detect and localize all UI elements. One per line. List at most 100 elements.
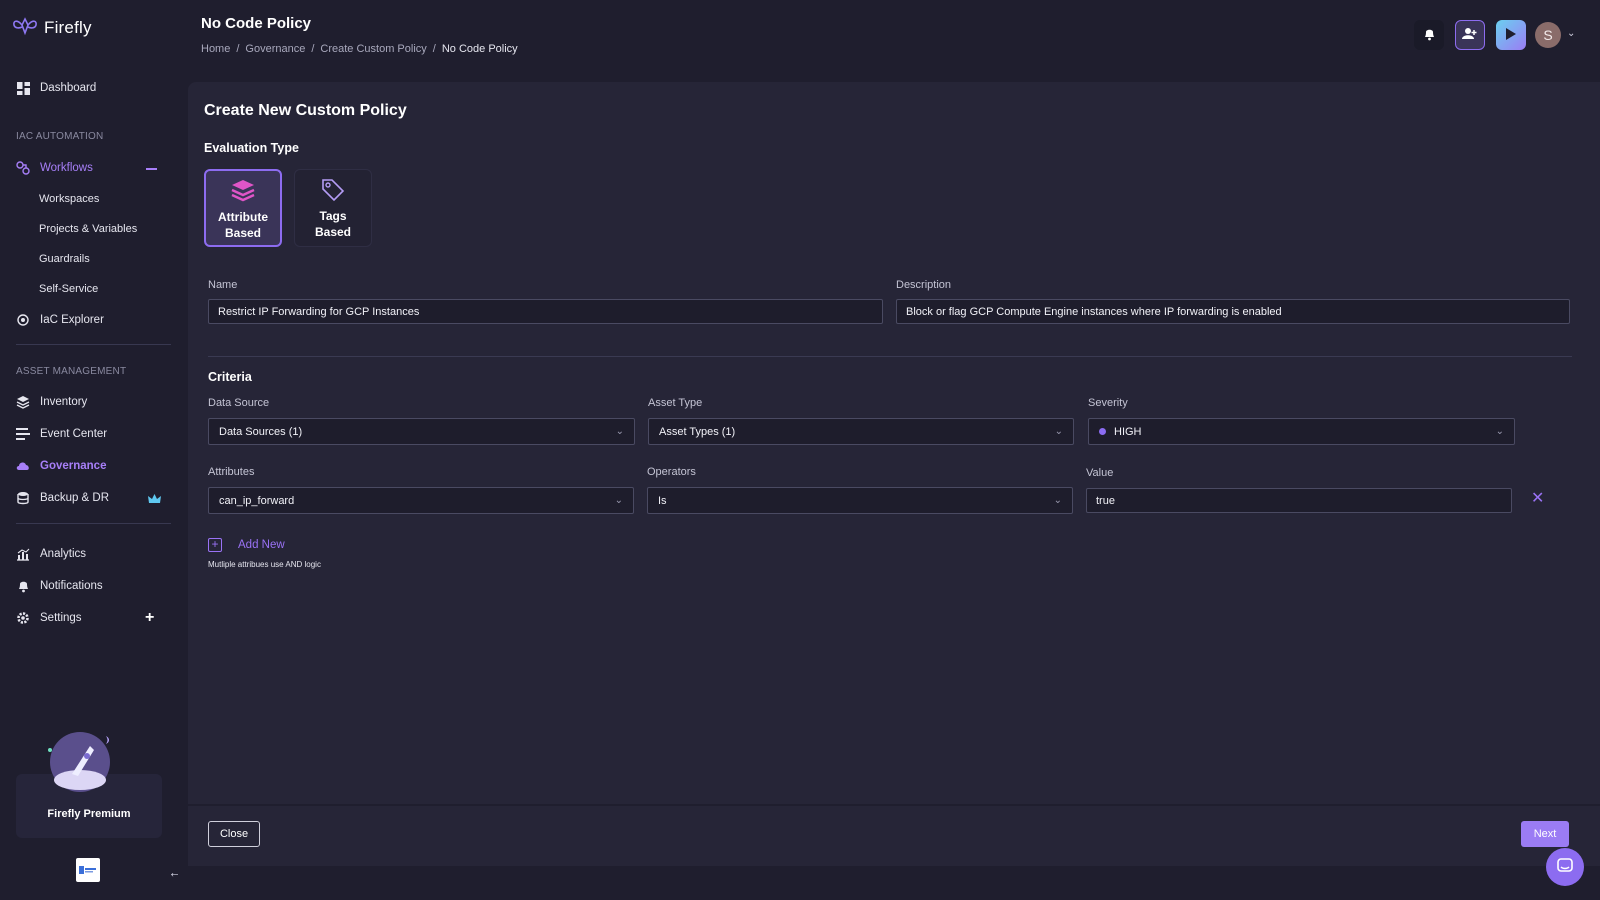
invite-user-button[interactable] <box>1455 20 1485 50</box>
sidebar: Firefly Dashboard IAC AUTOMATION Workflo… <box>0 0 182 900</box>
severity-label: Severity <box>1088 397 1128 409</box>
data-source-label: Data Source <box>208 397 270 409</box>
iac-explorer-icon <box>16 313 30 327</box>
severity-value-wrap: HIGH <box>1099 426 1142 438</box>
value-label: Value <box>1086 467 1114 479</box>
bell-icon <box>16 579 30 593</box>
nav-event-center-label: Event Center <box>40 428 108 440</box>
nav-settings-label: Settings <box>40 612 82 624</box>
layers-icon <box>230 177 256 205</box>
operators-value: Is <box>658 494 667 507</box>
nav-workspaces[interactable]: Workspaces <box>39 193 99 205</box>
breadcrumb-separator: / <box>236 43 240 55</box>
nav-iac-explorer[interactable]: IaC Explorer <box>16 310 166 330</box>
name-label: Name <box>208 279 238 291</box>
attributes-label: Attributes <box>208 466 255 478</box>
backup-database-icon <box>16 491 30 505</box>
nav-analytics[interactable]: Analytics <box>16 544 166 564</box>
asset-type-select[interactable]: Asset Types (1) ⌄ <box>648 418 1074 445</box>
nav-notifications[interactable]: Notifications <box>16 576 166 596</box>
gear-icon <box>16 611 30 625</box>
remove-criteria-icon[interactable]: ✕ <box>1531 488 1544 508</box>
description-label: Description <box>896 279 952 291</box>
chat-support-button[interactable] <box>1546 848 1584 886</box>
description-field[interactable]: Block or flag GCP Compute Engine instanc… <box>896 299 1570 324</box>
attributes-select[interactable]: can_ip_forward ⌄ <box>208 487 634 514</box>
evaluation-type-label: Evaluation Type <box>204 141 299 155</box>
nav-backup-dr-label: Backup & DR <box>40 492 110 504</box>
section-divider <box>208 356 1572 357</box>
asset-type-label: Asset Type <box>648 397 703 409</box>
expand-settings-icon[interactable]: + <box>145 610 154 626</box>
org-logo[interactable] <box>76 858 100 882</box>
bell-icon <box>1423 27 1436 44</box>
eval-type-attribute-based[interactable]: Attribute Based <box>204 169 282 247</box>
chat-icon <box>1557 857 1573 877</box>
eval-type-attribute-label-2: Based <box>224 226 262 240</box>
chevron-down-icon: ⌄ <box>1495 426 1504 437</box>
nav-workflows[interactable]: Workflows <box>16 158 166 178</box>
severity-dot-icon <box>1099 427 1106 435</box>
chevron-down-icon[interactable]: ⌄ <box>1567 28 1575 39</box>
chevron-down-icon: ⌄ <box>615 426 624 437</box>
eval-type-tags-label-1: Tags <box>319 209 347 223</box>
data-source-select[interactable]: Data Sources (1) ⌄ <box>208 418 635 445</box>
nav-self-service[interactable]: Self-Service <box>39 283 98 295</box>
data-source-value: Data Sources (1) <box>219 425 303 438</box>
breadcrumb-separator: / <box>432 43 436 55</box>
nav-inventory[interactable]: Inventory <box>16 392 166 412</box>
value-field[interactable]: true <box>1086 488 1512 513</box>
section-asset-management: ASSET MANAGEMENT <box>16 366 127 377</box>
app-name: Firefly <box>44 17 92 37</box>
nav-settings[interactable]: Settings <box>16 608 166 628</box>
breadcrumb-current: No Code Policy <box>441 43 518 55</box>
event-list-icon <box>16 427 30 441</box>
operators-select[interactable]: Is ⌄ <box>647 487 1073 514</box>
section-iac-automation: IAC AUTOMATION <box>16 131 104 142</box>
nav-projects-variables[interactable]: Projects & Variables <box>39 223 137 235</box>
nav-guardrails[interactable]: Guardrails <box>39 253 90 265</box>
avatar[interactable]: S <box>1535 22 1561 48</box>
close-button[interactable]: Close <box>208 821 260 847</box>
notifications-button[interactable] <box>1414 20 1444 50</box>
breadcrumb-separator: / <box>311 43 315 55</box>
breadcrumb-create-custom-policy[interactable]: Create Custom Policy <box>320 43 426 55</box>
severity-value: HIGH <box>1114 425 1142 438</box>
page-title: No Code Policy <box>201 15 312 32</box>
premium-rocket-illustration <box>44 726 116 794</box>
operators-label: Operators <box>647 466 696 478</box>
name-field[interactable]: Restrict IP Forwarding for GCP Instances <box>208 299 883 324</box>
footer-panel <box>188 806 1600 866</box>
nav-governance[interactable]: Governance <box>16 456 166 476</box>
eval-type-tags-based[interactable]: Tags Based <box>294 169 372 247</box>
collapse-workflows-icon[interactable] <box>146 168 157 170</box>
severity-select[interactable]: HIGH ⌄ <box>1088 418 1515 445</box>
chevron-down-icon: ⌄ <box>1054 426 1063 437</box>
chevron-down-icon: ⌄ <box>614 495 623 506</box>
crown-icon <box>148 493 161 507</box>
workflows-icon <box>16 161 30 175</box>
breadcrumb-home[interactable]: Home <box>201 43 230 55</box>
firefly-logo-icon <box>12 16 38 39</box>
add-new-label: Add New <box>238 539 285 551</box>
nav-dashboard[interactable]: Dashboard <box>16 78 166 98</box>
play-tutorial-button[interactable] <box>1496 20 1526 50</box>
nav-backup-dr[interactable]: Backup & DR <box>16 488 166 508</box>
nav-notifications-label: Notifications <box>40 580 103 592</box>
dashboard-icon <box>16 81 30 95</box>
app-logo[interactable]: Firefly <box>12 16 92 39</box>
play-icon <box>1505 27 1517 44</box>
breadcrumb: Home / Governance / Create Custom Policy… <box>201 43 518 55</box>
chevron-down-icon: ⌄ <box>1053 495 1062 506</box>
plus-square-icon: + <box>208 538 222 552</box>
sidebar-divider <box>16 344 171 345</box>
premium-label: Firefly Premium <box>47 808 131 820</box>
add-new-criteria-button[interactable]: + Add New <box>208 538 285 552</box>
governance-cloud-icon <box>16 459 30 473</box>
tag-icon <box>320 176 346 204</box>
nav-analytics-label: Analytics <box>40 548 87 560</box>
breadcrumb-governance[interactable]: Governance <box>245 43 305 55</box>
next-button[interactable]: Next <box>1521 821 1569 847</box>
nav-event-center[interactable]: Event Center <box>16 424 166 444</box>
nav-workflows-label: Workflows <box>40 162 93 174</box>
